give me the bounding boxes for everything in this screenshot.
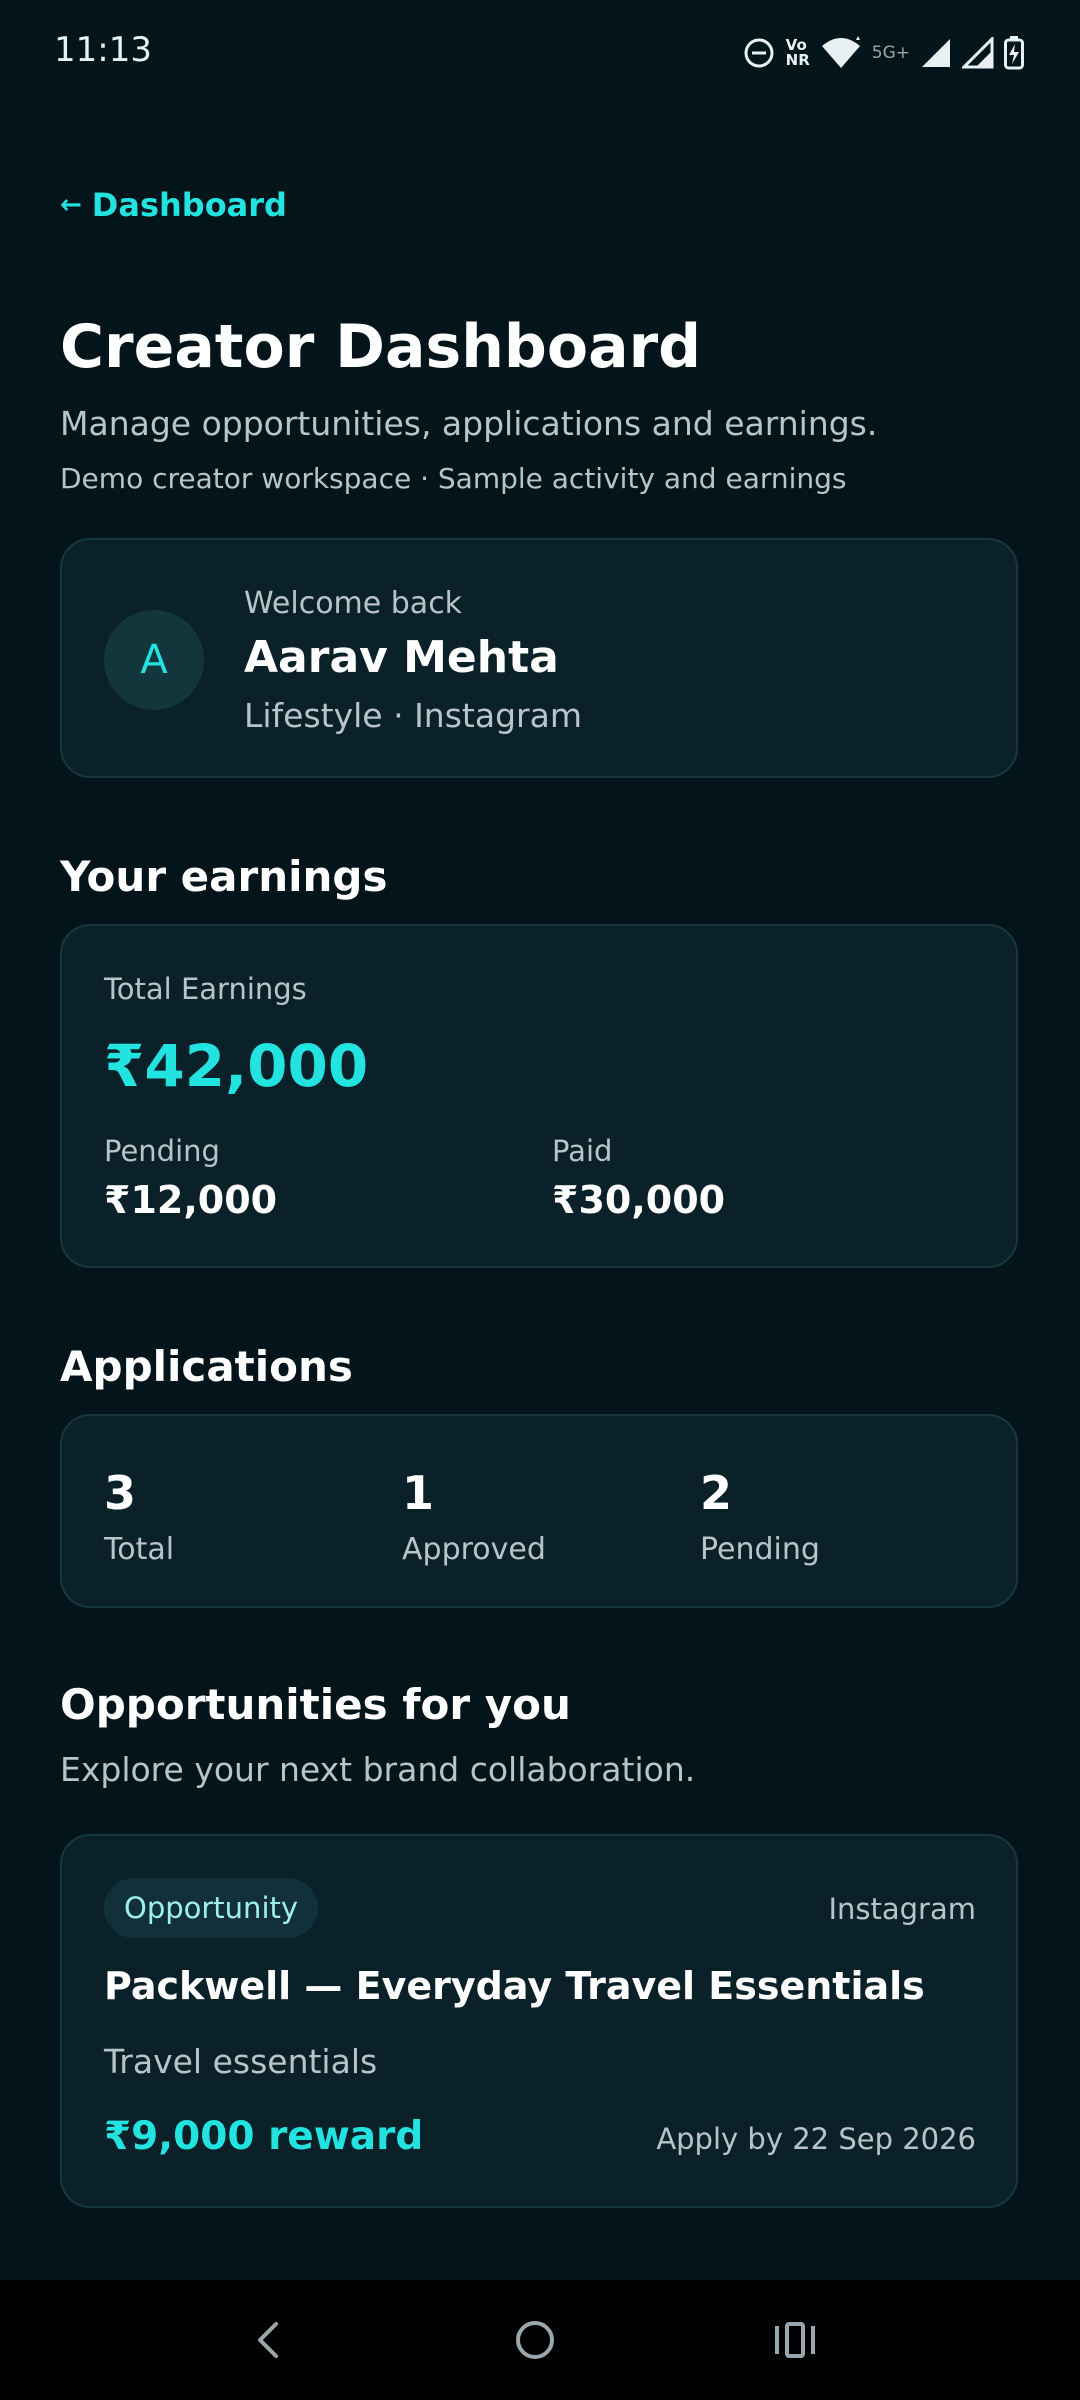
applications-total-label: Total — [104, 1532, 175, 1567]
back-nav-icon — [240, 2310, 300, 2370]
page-meta: Demo creator workspace · Sample activity… — [60, 462, 847, 495]
applications-approved-value: 1 — [402, 1466, 435, 1520]
opportunity-title: Packwell — Everyday Travel Essentials — [104, 1964, 925, 2008]
earnings-section-title: Your earnings — [60, 852, 388, 901]
paid-earnings-label: Paid — [552, 1134, 613, 1168]
home-nav-icon — [505, 2310, 565, 2370]
page-title: Creator Dashboard — [60, 312, 702, 382]
pending-earnings-label: Pending — [104, 1134, 220, 1168]
battery-charging-icon — [1004, 36, 1024, 70]
do-not-disturb-icon — [742, 36, 776, 70]
opportunity-category: Travel essentials — [104, 2042, 378, 2081]
creator-niche: Lifestyle · Instagram — [244, 696, 582, 735]
applications-approved-label: Approved — [402, 1532, 546, 1567]
back-arrow-icon: ← — [60, 190, 82, 220]
creator-name: Aarav Mehta — [244, 632, 559, 683]
wifi-icon — [820, 36, 862, 70]
applications-pending-label: Pending — [700, 1532, 820, 1567]
total-earnings-label: Total Earnings — [104, 972, 307, 1006]
opportunity-card[interactable]: Opportunity Instagram Packwell — Everyda… — [60, 1834, 1018, 2208]
status-bar: 11:13 Vo NR 5G+ — [0, 0, 1080, 108]
recents-nav-icon — [765, 2310, 825, 2370]
applications-section-title: Applications — [60, 1342, 353, 1391]
opportunities-section-title: Opportunities for you — [60, 1680, 571, 1729]
signal-icon — [920, 37, 952, 69]
back-to-dashboard-link[interactable]: ← Dashboard — [60, 186, 287, 224]
status-icons: Vo NR 5G+ — [742, 30, 1024, 76]
welcome-label: Welcome back — [244, 586, 463, 621]
recents-nav-button[interactable] — [765, 2310, 825, 2370]
volte-label-bottom: NR — [785, 51, 810, 69]
total-earnings-value: ₹42,000 — [104, 1032, 369, 1100]
signal-icon-secondary — [962, 37, 994, 69]
opportunity-deadline: Apply by 22 Sep 2026 — [656, 2122, 976, 2156]
earnings-card: Total Earnings ₹42,000 Pending ₹12,000 P… — [60, 924, 1018, 1268]
page-subtitle: Manage opportunities, applications and e… — [60, 404, 878, 443]
volte-icon: Vo NR — [786, 38, 810, 68]
opportunities-section-subtitle: Explore your next brand collaboration. — [60, 1750, 696, 1789]
system-navigation-bar — [0, 2280, 1080, 2400]
paid-earnings-value: ₹30,000 — [552, 1178, 726, 1222]
opportunity-platform: Instagram — [828, 1892, 976, 1926]
opportunity-reward: ₹9,000 reward — [104, 2114, 424, 2159]
applications-total-value: 3 — [104, 1466, 137, 1520]
pending-earnings-value: ₹12,000 — [104, 1178, 278, 1222]
opportunity-badge: Opportunity — [104, 1878, 319, 1938]
status-time: 11:13 — [54, 30, 152, 70]
network-type-label: 5G+ — [871, 43, 910, 63]
back-link-label: Dashboard — [91, 186, 287, 224]
back-nav-button[interactable] — [240, 2310, 300, 2370]
applications-card: 3 Total 1 Approved 2 Pending — [60, 1414, 1018, 1608]
home-nav-button[interactable] — [505, 2310, 565, 2370]
applications-pending-value: 2 — [700, 1466, 733, 1520]
welcome-card: A Welcome back Aarav Mehta Lifestyle · I… — [60, 538, 1018, 778]
avatar: A — [104, 610, 204, 710]
